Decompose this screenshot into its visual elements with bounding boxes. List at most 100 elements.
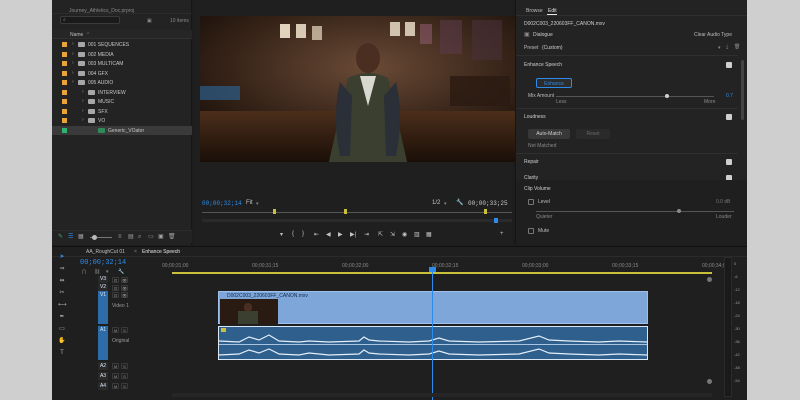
sync-lock-icon[interactable]: ⊡ [112, 277, 119, 283]
project-item-row[interactable]: › SFX [52, 107, 192, 116]
razor-tool-icon[interactable]: ✂ [58, 289, 66, 297]
mix-amount-value[interactable]: 0.7 [726, 93, 733, 99]
track-select-tool-icon[interactable]: ⇒ [58, 265, 66, 273]
expand-chevron-icon[interactable]: › [72, 51, 74, 57]
expand-chevron-icon[interactable]: › [82, 98, 84, 104]
mix-amount-knob[interactable] [664, 94, 669, 98]
project-item-row[interactable]: › MUSIC [52, 97, 192, 106]
level-knob[interactable] [676, 209, 681, 213]
mute-track-button[interactable]: M [112, 327, 119, 333]
track-target-a3[interactable]: A3 [98, 372, 108, 380]
expand-chevron-icon[interactable]: › [72, 41, 74, 47]
scrollbar[interactable] [741, 60, 744, 120]
slip-tool-icon[interactable]: ⟷ [58, 301, 67, 309]
mark-out-icon[interactable]: } [302, 231, 304, 237]
program-scrub-bar[interactable] [202, 212, 512, 213]
project-item-row[interactable]: › 003 MULTICAM [52, 59, 192, 68]
timeline-scrollbar[interactable] [172, 393, 712, 397]
search-bin-icon[interactable]: ⌕ [138, 234, 144, 240]
level-checkbox[interactable] [528, 199, 534, 205]
track-target-a1[interactable]: A1 [98, 326, 108, 360]
expand-chevron-icon[interactable]: › [72, 79, 74, 85]
playhead-handle[interactable] [429, 267, 436, 272]
rectangle-tool-icon[interactable]: ▭ [58, 325, 66, 333]
track-target-v3[interactable]: V3 [98, 276, 108, 283]
expand-chevron-icon[interactable]: › [72, 60, 74, 66]
preset-dropdown[interactable]: (Custom) [542, 45, 563, 51]
playhead-icon[interactable] [494, 218, 498, 223]
comparison-view-icon[interactable]: ▥ [414, 231, 420, 238]
extract-icon[interactable]: ⇲ [390, 231, 395, 238]
hand-tool-icon[interactable]: ✋ [58, 337, 66, 345]
lift-icon[interactable]: ⇱ [378, 231, 383, 238]
add-button-icon[interactable]: + [500, 231, 504, 237]
reset-button[interactable]: Reset [576, 129, 610, 139]
project-item-row[interactable]: › 001 SEQUENCES [52, 40, 192, 49]
add-marker-icon[interactable]: ▾ [280, 231, 283, 238]
add-marker-icon[interactable]: ▾ [106, 269, 109, 275]
repair-checkbox[interactable] [726, 159, 732, 165]
tab-browse[interactable]: Browse [526, 8, 543, 14]
export-frame-icon[interactable]: ◉ [402, 231, 407, 238]
video-clip[interactable]: D002C003_220603FF_CANON.mxv [218, 291, 648, 324]
wrench-icon[interactable]: 🔧 [456, 199, 463, 206]
project-item-row[interactable]: › INTERVIEW [52, 88, 192, 97]
settings-icon[interactable]: 🔧 [118, 269, 124, 275]
new-bin-icon[interactable]: ▣ [147, 18, 152, 24]
level-value[interactable]: 0.0 dB [716, 199, 730, 205]
audio-clip[interactable] [218, 326, 648, 360]
tab-sequence-2[interactable]: Enhance Speech [142, 249, 180, 255]
project-item-row[interactable]: Generic_VOator [52, 125, 192, 135]
mark-in-icon[interactable]: { [292, 231, 294, 237]
close-icon[interactable]: × [134, 249, 137, 255]
expand-chevron-icon[interactable]: › [82, 89, 84, 95]
selection-tool-icon[interactable]: ➤ [58, 253, 66, 261]
track-target-v1[interactable]: V1 [98, 291, 108, 324]
solo-track-button[interactable]: S [121, 363, 128, 369]
project-search-input[interactable]: ⌕ [60, 16, 120, 24]
ripple-edit-tool-icon[interactable]: ⇹ [58, 277, 66, 285]
timeline-timecode[interactable]: 00;00;32;14 [80, 259, 126, 267]
expand-chevron-icon[interactable]: › [72, 70, 74, 76]
menu-icon[interactable]: ≡ [176, 249, 179, 255]
program-video-frame[interactable] [200, 16, 538, 162]
quality-dropdown[interactable]: 1/2 [432, 200, 440, 206]
fit-dropdown[interactable]: Fit [246, 200, 253, 206]
chevron-down-icon[interactable]: ▾ [718, 45, 721, 51]
auto-match-button[interactable]: Auto-Match [528, 129, 570, 139]
enhance-speech-checkbox[interactable] [726, 62, 732, 68]
loudness-checkbox[interactable] [726, 114, 732, 120]
snap-icon[interactable]: ⋂ [82, 269, 86, 275]
program-current-timecode[interactable]: 00;00;32;14 [202, 200, 242, 207]
proxy-toggle-icon[interactable]: ▦ [426, 231, 432, 238]
track-target-a2[interactable]: A2 [98, 362, 108, 370]
new-item-icon[interactable]: ▣ [158, 234, 164, 240]
project-item-row[interactable]: › 004 GFX [52, 69, 192, 78]
level-slider[interactable] [536, 211, 734, 212]
type-tool-icon[interactable]: T [58, 349, 66, 357]
automate-icon[interactable]: ▤ [128, 234, 134, 240]
tab-sequence-1[interactable]: AA_RoughCut 01 [86, 249, 125, 255]
mute-track-button[interactable]: M [112, 383, 119, 389]
delete-preset-icon[interactable]: 🗑 [734, 44, 740, 50]
mute-track-button[interactable]: M [112, 363, 119, 369]
solo-track-button[interactable]: S [121, 383, 128, 389]
track-target-a4[interactable]: A4 [98, 382, 108, 390]
save-preset-icon[interactable]: ⤓ [726, 44, 728, 50]
project-item-row[interactable]: › 005 AUDIO [52, 78, 192, 87]
pen-tool-icon[interactable]: ✒ [58, 313, 66, 321]
sync-lock-icon[interactable]: ⊡ [112, 292, 119, 298]
step-back-icon[interactable]: ◀ [326, 231, 331, 238]
zoom-slider-knob[interactable] [92, 235, 97, 240]
track-header-a3[interactable]: A3 M S [74, 372, 164, 380]
enhance-button[interactable]: Enhance [536, 78, 572, 88]
clear-audio-type-button[interactable]: Clear Audio Type [694, 32, 732, 38]
solo-track-button[interactable]: S [121, 327, 128, 333]
expand-chevron-icon[interactable]: › [82, 117, 84, 123]
play-icon[interactable]: ▶ [338, 231, 343, 238]
icon-view-icon[interactable]: ▦ [78, 234, 84, 240]
track-header-a2[interactable]: A2 M S [74, 362, 164, 370]
eye-icon[interactable]: 👁 [121, 292, 128, 298]
track-header-v2[interactable]: V2 ⊡ 👁 [74, 284, 164, 291]
track-header-a4[interactable]: A4 M S [74, 382, 164, 390]
